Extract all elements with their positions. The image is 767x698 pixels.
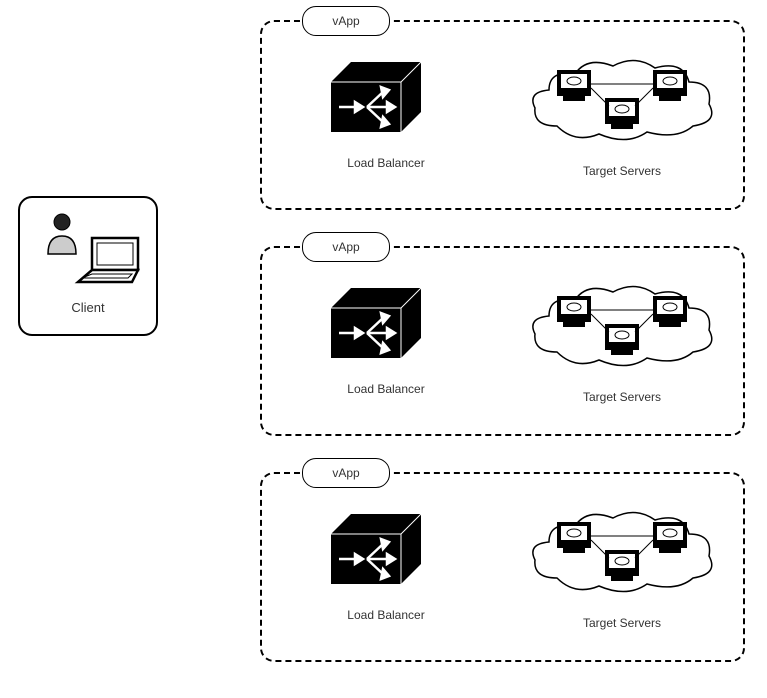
client-icons: [20, 210, 156, 290]
vapp-box: vApp: [260, 20, 745, 210]
target-servers-label: Target Servers: [522, 390, 722, 404]
target-servers: Target Servers: [522, 282, 722, 404]
load-balancer-label: Load Balancer: [316, 382, 456, 396]
load-balancer-icon: [331, 288, 441, 368]
client-box: Client: [18, 196, 158, 336]
vapp-tag: vApp: [302, 6, 390, 36]
client-label: Client: [20, 300, 156, 315]
load-balancer-label: Load Balancer: [316, 608, 456, 622]
target-servers-icon: [527, 508, 717, 608]
load-balancer: Load Balancer: [316, 514, 456, 622]
target-servers-label: Target Servers: [522, 616, 722, 630]
load-balancer-icon: [331, 62, 441, 142]
target-servers-label: Target Servers: [522, 164, 722, 178]
load-balancer: Load Balancer: [316, 288, 456, 396]
diagram-canvas: Client vApp: [0, 0, 767, 698]
load-balancer: Load Balancer: [316, 62, 456, 170]
load-balancer-label: Load Balancer: [316, 156, 456, 170]
vapp-box: vApp Load Balan: [260, 472, 745, 662]
target-servers: Target Servers: [522, 56, 722, 178]
target-servers-icon: [527, 282, 717, 382]
vapp-tag: vApp: [302, 458, 390, 488]
vapp-tag: vApp: [302, 232, 390, 262]
load-balancer-icon: [331, 514, 441, 594]
vapp-box: vApp Load Balan: [260, 246, 745, 436]
target-servers-icon: [527, 56, 717, 156]
target-servers: Target Servers: [522, 508, 722, 630]
client-icon: [28, 210, 148, 290]
